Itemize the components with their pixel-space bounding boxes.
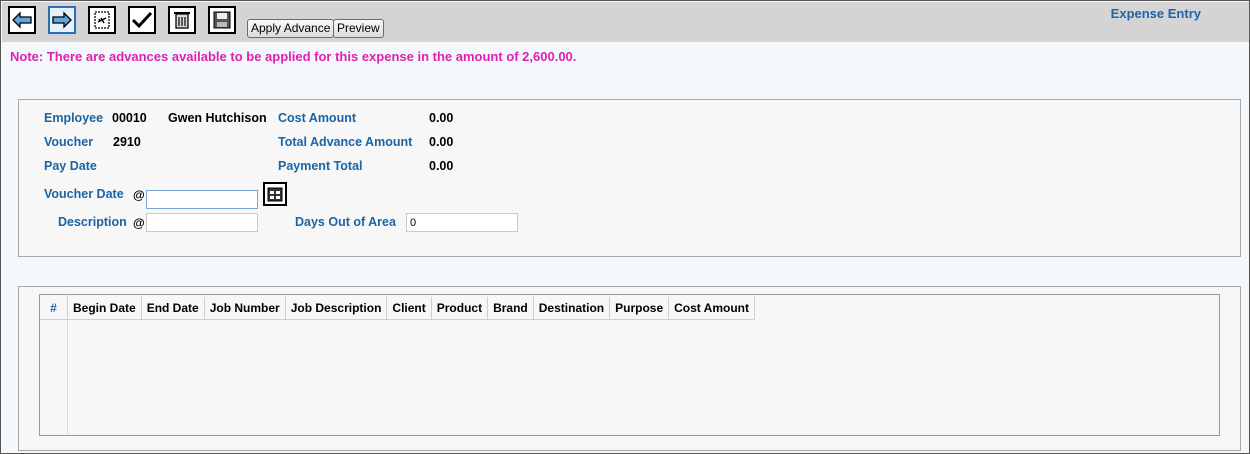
voucher-label: Voucher [44, 135, 94, 149]
trash-icon[interactable] [168, 6, 196, 34]
total-advance-value: 0.00 [429, 135, 454, 149]
back-arrow-icon[interactable] [8, 6, 36, 34]
column-header-number[interactable]: # [40, 297, 68, 319]
voucher-number: 2910 [113, 135, 141, 149]
voucher-date-label: Voucher Date [44, 187, 124, 201]
expense-lines-grid: # Begin Date End Date Job Number Job Descrip… [39, 294, 1220, 436]
column-header-job-number[interactable]: Job Number [205, 297, 286, 319]
calendar-icon [267, 187, 283, 202]
forward-arrow-icon[interactable] [48, 6, 76, 34]
grid-header: # Begin Date End Date Job Number Job Descrip… [40, 297, 756, 320]
checkmark-icon[interactable] [128, 6, 156, 34]
voucher-header-panel: Employee 00010 Gwen Hutchison Voucher 29… [18, 99, 1241, 257]
voucher-date-input[interactable] [146, 190, 258, 209]
employee-name: Gwen Hutchison [168, 111, 267, 125]
column-header-end-date[interactable]: End Date [142, 297, 205, 319]
toolbar: Apply Advance Preview Expense Entry [2, 2, 1249, 42]
employee-id: 00010 [112, 111, 147, 125]
days-out-input[interactable] [406, 213, 518, 232]
cost-amount-value: 0.00 [429, 111, 454, 125]
pay-date-label: Pay Date [44, 159, 97, 173]
calendar-button[interactable] [263, 182, 287, 206]
payment-total-label: Payment Total [278, 159, 363, 173]
page-title: Expense Entry [1110, 6, 1201, 21]
expense-entry-window: Apply Advance Preview Expense Entry Note… [0, 0, 1250, 454]
required-marker: @ [133, 188, 145, 202]
column-header-job-description[interactable]: Job Description [286, 297, 388, 319]
total-advance-label: Total Advance Amount [278, 135, 413, 149]
save-disk-icon[interactable] [208, 6, 236, 34]
description-label: Description [58, 215, 127, 229]
employee-label: Employee [44, 111, 104, 125]
column-header-destination[interactable]: Destination [534, 297, 611, 319]
days-out-label: Days Out of Area [295, 215, 396, 229]
advances-note: Note: There are advances available to be… [10, 49, 577, 64]
cost-amount-label: Cost Amount [278, 111, 356, 125]
column-header-client[interactable]: Client [387, 297, 432, 319]
column-header-product[interactable]: Product [432, 297, 489, 319]
travel-document-icon[interactable] [88, 6, 116, 34]
expense-lines-panel: # Begin Date End Date Job Number Job Descrip… [18, 286, 1241, 451]
column-header-purpose[interactable]: Purpose [610, 297, 670, 319]
preview-button[interactable]: Preview [333, 19, 384, 38]
description-input[interactable] [146, 213, 258, 232]
apply-advance-button[interactable]: Apply Advance [247, 19, 335, 38]
column-header-cost-amount[interactable]: Cost Amount [669, 297, 756, 319]
required-marker: @ [133, 216, 145, 230]
column-header-brand[interactable]: Brand [488, 297, 534, 319]
payment-total-value: 0.00 [429, 159, 454, 173]
column-header-begin-date[interactable]: Begin Date [68, 297, 142, 319]
